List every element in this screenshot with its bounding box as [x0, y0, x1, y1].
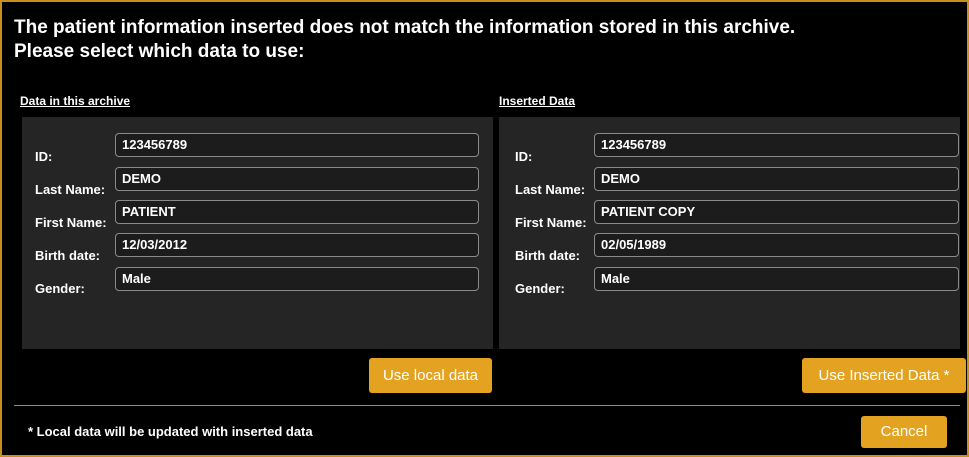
inserted-lastname-field: DEMO [594, 167, 959, 191]
inserted-id-label: ID: [515, 149, 533, 164]
header-line-2: Please select which data to use: [14, 41, 305, 62]
local-firstname-label: First Name: [35, 215, 107, 230]
local-id-label: ID: [35, 149, 53, 164]
local-data-panel: ID: 123456789 Last Name: DEMO First Name… [22, 117, 493, 349]
header-line-1: The patient information inserted does no… [14, 17, 796, 38]
inserted-firstname-field: PATIENT COPY [594, 200, 959, 224]
inserted-gender-label: Gender: [515, 281, 565, 296]
local-id-field: 123456789 [115, 133, 479, 157]
inserted-birthdate-field: 02/05/1989 [594, 233, 959, 257]
local-data-title: Data in this archive [20, 94, 131, 108]
inserted-gender-field: Male [594, 267, 959, 291]
patient-mismatch-dialog: The patient information inserted does no… [0, 0, 969, 457]
local-gender-field: Male [115, 267, 479, 291]
local-lastname-field: DEMO [115, 167, 479, 191]
use-inserted-data-button[interactable]: Use Inserted Data * [802, 358, 966, 393]
dialog-header: The patient information inserted does no… [14, 16, 795, 64]
use-local-data-button[interactable]: Use local data [369, 358, 492, 393]
inserted-data-panel: ID: 123456789 Last Name: DEMO First Name… [499, 117, 960, 349]
inserted-id-field: 123456789 [594, 133, 959, 157]
inserted-data-title: Inserted Data [499, 94, 576, 108]
local-birthdate-field: 12/03/2012 [115, 233, 479, 257]
footer-divider [14, 405, 960, 406]
cancel-button[interactable]: Cancel [861, 416, 947, 448]
inserted-lastname-label: Last Name: [515, 182, 586, 197]
inserted-firstname-label: First Name: [515, 215, 587, 230]
local-firstname-field: PATIENT [115, 200, 479, 224]
local-gender-label: Gender: [35, 281, 85, 296]
local-lastname-label: Last Name: [35, 182, 106, 197]
footnote-text: * Local data will be updated with insert… [28, 424, 313, 439]
local-birthdate-label: Birth date: [35, 248, 100, 263]
inserted-birthdate-label: Birth date: [515, 248, 580, 263]
